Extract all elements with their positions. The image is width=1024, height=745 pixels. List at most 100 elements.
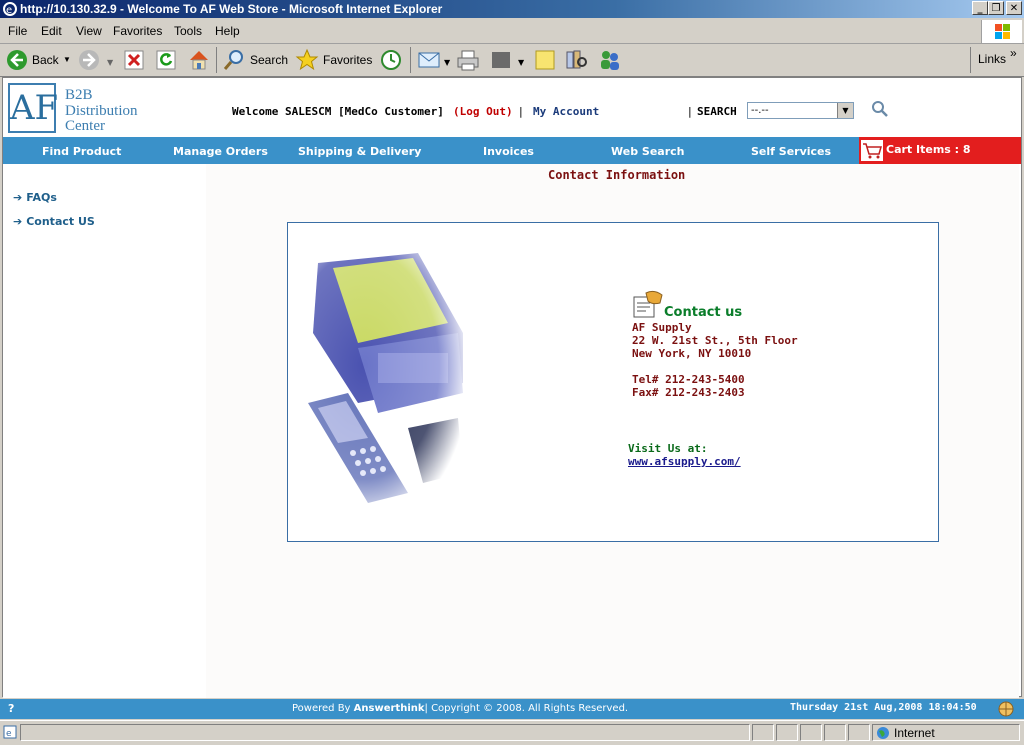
security-zone-panel[interactable]: Internet bbox=[872, 724, 1020, 741]
arrow-right-icon: ➔ bbox=[13, 191, 23, 204]
menu-view[interactable]: View bbox=[76, 24, 102, 38]
status-panel bbox=[824, 724, 846, 741]
header-separator: | bbox=[519, 105, 523, 118]
menu-favorites[interactable]: Favorites bbox=[113, 24, 162, 38]
refresh-icon[interactable] bbox=[156, 50, 176, 70]
footer-datetime: Thursday 21st Aug,2008 18:04:50 bbox=[790, 702, 977, 713]
menu-file[interactable]: File bbox=[8, 24, 27, 38]
back-label: Back bbox=[32, 53, 59, 67]
favorites-button[interactable]: Favorites bbox=[293, 44, 373, 76]
back-button[interactable]: Back ▼ bbox=[4, 44, 72, 76]
nav-find-product[interactable]: Find Product bbox=[42, 145, 121, 158]
logo-line-2: Distribution bbox=[65, 103, 138, 119]
mail-dropdown-icon[interactable]: ▼ bbox=[444, 58, 450, 67]
links-button[interactable]: Links » bbox=[975, 44, 1020, 76]
chevron-down-icon: ▼ bbox=[837, 103, 853, 118]
contact-card-icon bbox=[633, 290, 663, 318]
nav-manage-orders[interactable]: Manage Orders bbox=[173, 145, 268, 158]
copyright-text: | Copyright © 2008. All Rights Reserved. bbox=[424, 703, 629, 714]
page-footer: ? Powered By Answerthink| Copyright © 20… bbox=[0, 699, 1024, 719]
forward-dropdown-icon[interactable]: ▼ bbox=[107, 58, 113, 67]
minimize-button[interactable]: _ bbox=[972, 1, 988, 15]
home-icon[interactable] bbox=[187, 48, 211, 72]
logout-link[interactable]: (Log Out) bbox=[453, 105, 513, 118]
menu-bar: File Edit View Favorites Tools Help bbox=[0, 19, 1024, 44]
research-icon[interactable] bbox=[564, 48, 588, 72]
nav-shipping-delivery[interactable]: Shipping & Delivery bbox=[298, 145, 421, 158]
history-icon[interactable] bbox=[379, 49, 403, 71]
nav-web-search[interactable]: Web Search bbox=[611, 145, 685, 158]
sidebar-item-contact-us[interactable]: ➔ Contact US bbox=[13, 215, 95, 228]
menu-help[interactable]: Help bbox=[215, 24, 240, 38]
status-text-panel bbox=[20, 724, 750, 741]
logo-line-3: Center bbox=[65, 118, 105, 134]
devices-photo bbox=[298, 253, 463, 503]
status-bar: e Internet bbox=[0, 720, 1024, 745]
search-label: Search bbox=[250, 53, 289, 67]
page-viewport: AF B2B Distribution Center Welcome SALES… bbox=[2, 77, 1022, 698]
window-title-bar[interactable]: e http://10.130.32.9 - Welcome To AF Web… bbox=[0, 0, 1024, 18]
my-account-link[interactable]: My Account bbox=[533, 105, 599, 118]
search-label: SEARCH bbox=[697, 105, 737, 118]
status-panel bbox=[800, 724, 822, 741]
search-button[interactable]: Search bbox=[220, 44, 290, 76]
page-title: Contact Information bbox=[548, 168, 686, 182]
search-select-value: --.-- bbox=[751, 105, 769, 116]
favorites-label: Favorites bbox=[323, 53, 373, 67]
links-chevron-icon: » bbox=[1010, 46, 1017, 60]
windows-flag-icon bbox=[981, 20, 1022, 43]
edit-icon[interactable] bbox=[491, 51, 511, 69]
mail-icon[interactable] bbox=[418, 50, 442, 70]
toolbar-divider bbox=[970, 47, 971, 73]
logo-line-1: B2B bbox=[65, 87, 93, 103]
contact-panel: Contact us AF Supply 22 W. 21st St., 5th… bbox=[287, 222, 939, 542]
close-button[interactable]: ✕ bbox=[1006, 1, 1022, 15]
back-dropdown-icon[interactable]: ▼ bbox=[63, 55, 71, 64]
svg-text:e: e bbox=[6, 5, 12, 16]
cart-button[interactable]: Cart Items : 8 bbox=[859, 137, 1021, 164]
messenger-icon[interactable] bbox=[598, 48, 622, 72]
magnifier-icon bbox=[223, 50, 243, 70]
sidebar-item-faqs[interactable]: ➔ FAQs bbox=[13, 191, 57, 204]
print-icon[interactable] bbox=[456, 49, 480, 71]
search-select[interactable]: --.-- ▼ bbox=[747, 102, 854, 119]
menu-tools[interactable]: Tools bbox=[174, 24, 202, 38]
nav-self-services[interactable]: Self Services bbox=[751, 145, 831, 158]
security-zone-label: Internet bbox=[894, 726, 935, 740]
help-icon[interactable]: ? bbox=[8, 702, 14, 715]
globe-icon bbox=[998, 701, 1014, 717]
internet-globe-icon bbox=[877, 727, 889, 739]
cart-icon bbox=[861, 140, 883, 161]
contact-us-title: Contact us bbox=[664, 305, 743, 320]
ie-toolbar: Back ▼ ▼ Search Favorites ▼ ▼ Links » bbox=[0, 44, 1024, 77]
menu-edit[interactable]: Edit bbox=[41, 24, 62, 38]
powered-by-brand: Answerthink bbox=[353, 703, 425, 714]
cart-items-label: Cart Items : 8 bbox=[886, 143, 971, 156]
stop-icon[interactable] bbox=[124, 50, 144, 70]
telephone: Tel# 212-243-5400 bbox=[632, 373, 745, 386]
website-link[interactable]: www.afsupply.com/ bbox=[628, 455, 741, 468]
forward-arrow-icon[interactable] bbox=[78, 49, 100, 71]
status-panel bbox=[752, 724, 774, 741]
sidebar-item-label: Contact US bbox=[26, 215, 95, 228]
arrow-right-icon: ➔ bbox=[13, 215, 23, 228]
back-arrow-icon bbox=[7, 50, 27, 70]
status-panel bbox=[848, 724, 870, 741]
discuss-icon[interactable] bbox=[534, 49, 556, 71]
window-title: http://10.130.32.9 - Welcome To AF Web S… bbox=[20, 2, 443, 16]
star-icon bbox=[295, 48, 319, 71]
restore-button[interactable]: ❐ bbox=[988, 1, 1004, 15]
ie-logo-icon: e bbox=[3, 2, 17, 16]
af-logo[interactable]: AF bbox=[8, 83, 58, 133]
address-line-1: 22 W. 21st St., 5th Floor bbox=[632, 334, 798, 347]
edit-dropdown-icon[interactable]: ▼ bbox=[518, 58, 524, 67]
search-icon[interactable] bbox=[871, 100, 889, 118]
powered-by-prefix: Powered By bbox=[292, 703, 354, 714]
sidebar-item-label: FAQs bbox=[26, 191, 57, 204]
sidebar: ➔ FAQs ➔ Contact US bbox=[3, 164, 206, 698]
nav-invoices[interactable]: Invoices bbox=[483, 145, 534, 158]
address-line-2: New York, NY 10010 bbox=[632, 347, 752, 360]
toolbar-divider bbox=[410, 47, 411, 73]
status-panel bbox=[776, 724, 798, 741]
company-name: AF Supply bbox=[632, 321, 692, 334]
